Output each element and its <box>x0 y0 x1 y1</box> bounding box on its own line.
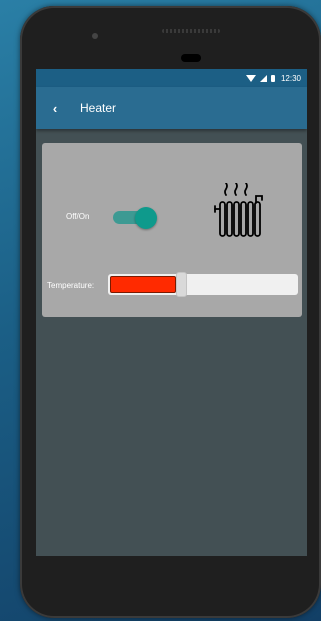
battery-icon <box>270 74 275 82</box>
proximity-sensor <box>181 54 201 62</box>
app-screen: 12:30 ‹ Heater Off/On Temperature: <box>36 69 307 556</box>
temperature-slider[interactable] <box>108 272 298 297</box>
toggle-knob[interactable] <box>135 207 157 229</box>
page-title: Heater <box>80 101 117 115</box>
earpiece-speaker <box>162 29 220 33</box>
slider-fill <box>110 276 176 293</box>
status-time: 12:30 <box>280 73 301 83</box>
app-bar: ‹ Heater <box>36 87 307 129</box>
heater-control-card: Off/On Temperature: <box>42 143 302 317</box>
back-arrow-icon[interactable]: ‹ <box>42 101 68 116</box>
temperature-label: Temperature: <box>47 281 95 290</box>
power-toggle[interactable] <box>113 207 157 229</box>
front-camera <box>92 33 98 39</box>
signal-icon <box>259 74 267 82</box>
radiator-icon <box>214 183 263 237</box>
phone-frame: 12:30 ‹ Heater Off/On Temperature: <box>20 6 321 618</box>
power-label: Off/On <box>66 212 90 221</box>
slider-thumb[interactable] <box>176 272 187 297</box>
status-bar: 12:30 <box>36 69 307 87</box>
slider-rail <box>108 274 298 295</box>
wifi-icon <box>245 74 256 82</box>
